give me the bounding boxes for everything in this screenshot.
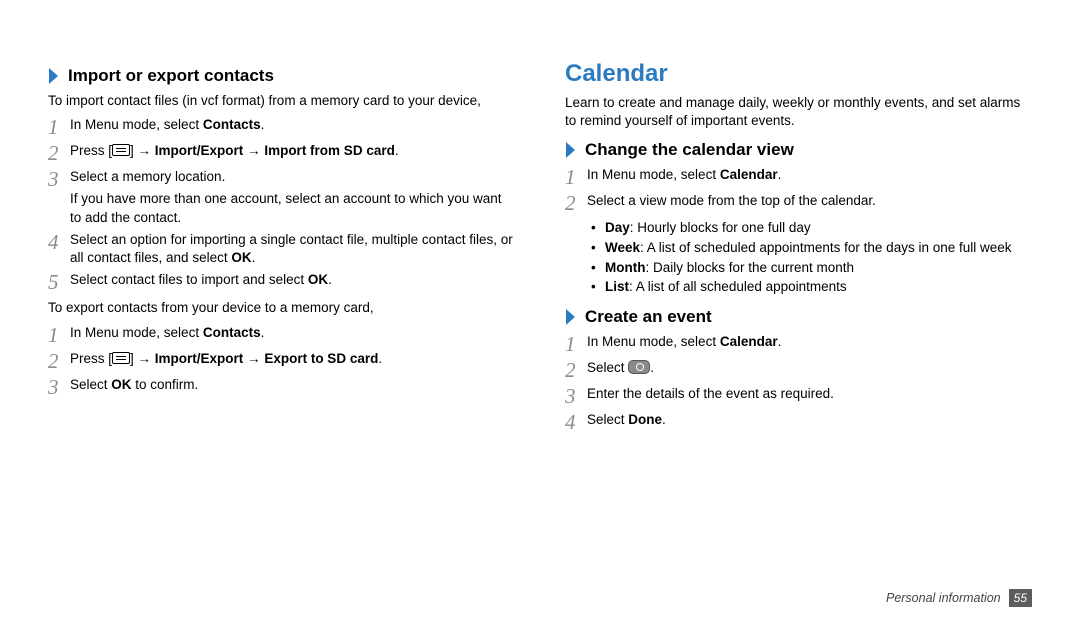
list-item: Month: Daily blocks for the current mont… — [591, 258, 1032, 278]
step: 1 In Menu mode, select Contacts. — [48, 116, 515, 138]
subhead-text: Change the calendar view — [585, 140, 794, 160]
step: 3 Enter the details of the event as requ… — [565, 385, 1032, 407]
menu-key-icon — [112, 144, 130, 156]
step: 2 Press [] → Import/Export → Export to S… — [48, 350, 515, 372]
intro-text: To import contact files (in vcf format) … — [48, 92, 515, 110]
subhead-text: Create an event — [585, 307, 712, 327]
page-footer: Personal information 55 — [886, 589, 1032, 607]
step-text: Select a view mode from the top of the c… — [587, 192, 1032, 210]
step-text: Select contact files to import and selec… — [70, 271, 515, 289]
step-number: 4 — [48, 231, 70, 253]
subhead-change-view: Change the calendar view — [565, 140, 1032, 160]
step-text: Select an option for importing a single … — [70, 231, 515, 267]
step-number: 2 — [565, 192, 587, 214]
menu-key-icon — [112, 352, 130, 364]
list-item: List: A list of all scheduled appointmen… — [591, 277, 1032, 297]
step-text: Select . — [587, 359, 1032, 377]
step-number: 2 — [48, 350, 70, 372]
step-text: Press [] → Import/Export → Import from S… — [70, 142, 515, 160]
step-text: Select a memory location. If you have mo… — [70, 168, 515, 227]
chevron-icon — [565, 141, 579, 159]
step: 4 Select an option for importing a singl… — [48, 231, 515, 267]
step-number: 3 — [565, 385, 587, 407]
page-number: 55 — [1009, 589, 1032, 607]
view-modes-list: Day: Hourly blocks for one full day Week… — [591, 218, 1032, 296]
step: 4 Select Done. — [565, 411, 1032, 433]
step: 2 Select . — [565, 359, 1032, 381]
step-text: In Menu mode, select Contacts. — [70, 116, 515, 134]
step-text: In Menu mode, select Contacts. — [70, 324, 515, 342]
left-column: Import or export contacts To import cont… — [48, 60, 515, 437]
step-number: 1 — [48, 324, 70, 346]
manual-page: Import or export contacts To import cont… — [0, 0, 1080, 477]
step: 2 Select a view mode from the top of the… — [565, 192, 1032, 214]
right-column: Calendar Learn to create and manage dail… — [565, 60, 1032, 437]
step: 1 In Menu mode, select Calendar. — [565, 166, 1032, 188]
step-number: 1 — [48, 116, 70, 138]
step-text: Press [] → Import/Export → Export to SD … — [70, 350, 515, 368]
list-item: Week: A list of scheduled appointments f… — [591, 238, 1032, 258]
subhead-create-event: Create an event — [565, 307, 1032, 327]
step-number: 5 — [48, 271, 70, 293]
step-number: 4 — [565, 411, 587, 433]
step-text: Enter the details of the event as requir… — [587, 385, 1032, 403]
list-item: Day: Hourly blocks for one full day — [591, 218, 1032, 238]
step-number: 3 — [48, 376, 70, 398]
subhead-import-export: Import or export contacts — [48, 66, 515, 86]
footer-section: Personal information — [886, 591, 1001, 605]
step-text: Select OK to confirm. — [70, 376, 515, 394]
step-number: 2 — [48, 142, 70, 164]
step-text: In Menu mode, select Calendar. — [587, 166, 1032, 184]
step: 5 Select contact files to import and sel… — [48, 271, 515, 293]
camera-icon — [628, 360, 650, 374]
step-number: 1 — [565, 166, 587, 188]
step: 1 In Menu mode, select Contacts. — [48, 324, 515, 346]
step-number: 3 — [48, 168, 70, 190]
step-number: 2 — [565, 359, 587, 381]
step-number: 1 — [565, 333, 587, 355]
chevron-icon — [48, 67, 62, 85]
step: 3 Select a memory location. If you have … — [48, 168, 515, 227]
section-intro: Learn to create and manage daily, weekly… — [565, 94, 1032, 130]
step-text: In Menu mode, select Calendar. — [587, 333, 1032, 351]
subhead-text: Import or export contacts — [68, 66, 274, 86]
intro-text: To export contacts from your device to a… — [48, 299, 515, 317]
step-text: Select Done. — [587, 411, 1032, 429]
section-title: Calendar — [565, 60, 1032, 88]
step: 2 Press [] → Import/Export → Import from… — [48, 142, 515, 164]
step: 1 In Menu mode, select Calendar. — [565, 333, 1032, 355]
step: 3 Select OK to confirm. — [48, 376, 515, 398]
chevron-icon — [565, 308, 579, 326]
